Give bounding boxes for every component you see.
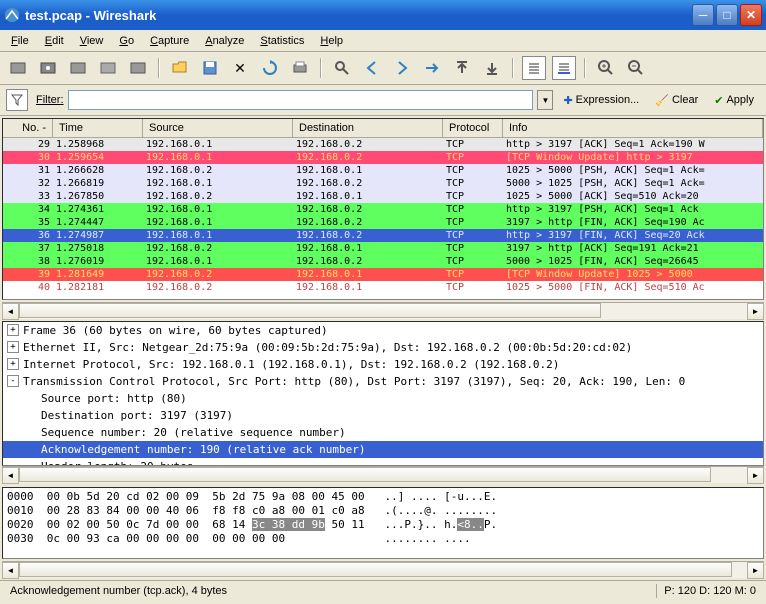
filter-input[interactable] — [68, 90, 534, 110]
col-protocol[interactable]: Protocol — [443, 119, 503, 137]
detail-line[interactable]: Sequence number: 20 (relative sequence n… — [3, 424, 763, 441]
menu-go[interactable]: Go — [112, 33, 141, 49]
scroll-left-button[interactable]: ◄ — [2, 303, 19, 320]
packet-row[interactable]: 321.266819192.168.0.1192.168.0.2TCP5000 … — [3, 177, 763, 190]
open-icon[interactable] — [168, 56, 192, 80]
filter-dropdown[interactable]: ▼ — [537, 90, 553, 110]
detail-line[interactable]: Header length: 20 bytes — [41, 458, 193, 466]
restart-capture-icon[interactable] — [126, 56, 150, 80]
scroll-thumb[interactable] — [19, 467, 711, 482]
go-first-icon[interactable] — [450, 56, 474, 80]
interfaces-icon[interactable] — [6, 56, 30, 80]
packet-row[interactable]: 301.259654192.168.0.1192.168.0.2TCP[TCP … — [3, 151, 763, 164]
col-source[interactable]: Source — [143, 119, 293, 137]
stop-capture-icon[interactable] — [96, 56, 120, 80]
collapse-icon[interactable]: - — [7, 375, 19, 387]
packet-row[interactable]: 381.276019192.168.0.1192.168.0.2TCP5000 … — [3, 255, 763, 268]
status-packet-count: P: 120 D: 120 M: 0 — [658, 585, 762, 597]
hex-scrollbar[interactable]: ◄ ► — [2, 561, 764, 578]
scroll-right-button[interactable]: ► — [747, 303, 764, 320]
packet-row[interactable]: 391.281649192.168.0.2192.168.0.1TCP[TCP … — [3, 268, 763, 281]
go-back-icon[interactable] — [360, 56, 384, 80]
detail-selected[interactable]: Acknowledgement number: 190 (relative ac… — [41, 441, 366, 458]
detail-tree-row[interactable]: -Transmission Control Protocol, Src Port… — [3, 373, 763, 390]
packet-row[interactable]: 361.274987192.168.0.1192.168.0.2TCPhttp … — [3, 229, 763, 242]
menu-help[interactable]: Help — [313, 33, 350, 49]
detail-tree-row[interactable]: +Internet Protocol, Src: 192.168.0.1 (19… — [3, 356, 763, 373]
maximize-button[interactable]: □ — [716, 4, 738, 26]
start-capture-icon[interactable] — [66, 56, 90, 80]
packet-list-pane: No. - Time Source Destination Protocol I… — [2, 118, 764, 300]
scroll-thumb[interactable] — [19, 303, 601, 318]
go-last-icon[interactable] — [480, 56, 504, 80]
menu-bar: File Edit View Go Capture Analyze Statis… — [0, 30, 766, 52]
col-no[interactable]: No. - — [3, 119, 53, 137]
menu-view[interactable]: View — [73, 33, 111, 49]
packet-row[interactable]: 371.275018192.168.0.2192.168.0.1TCP3197 … — [3, 242, 763, 255]
packet-row[interactable]: 291.258968192.168.0.1192.168.0.2TCPhttp … — [3, 138, 763, 151]
detail-line[interactable]: Destination port: 3197 (3197) — [3, 407, 763, 424]
window-titlebar: test.pcap - Wireshark ─ □ ✕ — [0, 0, 766, 30]
packet-details-pane[interactable]: +Frame 36 (60 bytes on wire, 60 bytes ca… — [2, 321, 764, 466]
menu-file[interactable]: File — [4, 33, 36, 49]
detail-tree-row[interactable]: +Ethernet II, Src: Netgear_2d:75:9a (00:… — [3, 339, 763, 356]
expand-icon[interactable]: + — [7, 358, 19, 370]
packet-row[interactable]: 401.282181192.168.0.2192.168.0.1TCP1025 … — [3, 281, 763, 294]
filter-label: Filter: — [36, 94, 64, 106]
packet-row[interactable]: 351.274447192.168.0.1192.168.0.2TCP3197 … — [3, 216, 763, 229]
filter-toolbar: Filter: ▼ ✚Expression... 🧹Clear ✔Apply — [0, 85, 766, 116]
zoom-out-icon[interactable] — [624, 56, 648, 80]
capture-options-icon[interactable] — [36, 56, 60, 80]
packet-list-body[interactable]: 291.258968192.168.0.1192.168.0.2TCPhttp … — [3, 138, 763, 299]
close-button[interactable]: ✕ — [740, 4, 762, 26]
scroll-right-button[interactable]: ► — [747, 562, 764, 579]
scroll-thumb[interactable] — [19, 562, 732, 577]
filter-icon[interactable] — [6, 89, 28, 111]
close-file-icon[interactable]: ✕ — [228, 56, 252, 80]
window-title: test.pcap - Wireshark — [25, 8, 692, 23]
apply-button[interactable]: ✔Apply — [708, 92, 760, 109]
detail-tree-row[interactable]: +Frame 36 (60 bytes on wire, 60 bytes ca… — [3, 322, 763, 339]
app-icon — [4, 7, 20, 23]
colorize-icon[interactable] — [522, 56, 546, 80]
expand-icon[interactable]: + — [7, 324, 19, 336]
expression-button[interactable]: ✚Expression... — [557, 92, 645, 109]
go-forward-icon[interactable] — [390, 56, 414, 80]
packet-list-header: No. - Time Source Destination Protocol I… — [3, 119, 763, 138]
minimize-button[interactable]: ─ — [692, 4, 714, 26]
packet-bytes-pane[interactable]: 0000 00 0b 5d 20 cd 02 00 09 5b 2d 75 9a… — [2, 487, 764, 559]
packet-row[interactable]: 311.266628192.168.0.2192.168.0.1TCP1025 … — [3, 164, 763, 177]
scroll-left-button[interactable]: ◄ — [2, 467, 19, 484]
zoom-in-icon[interactable] — [594, 56, 618, 80]
menu-capture[interactable]: Capture — [143, 33, 196, 49]
details-scrollbar[interactable]: ◄ ► — [2, 466, 764, 483]
reload-icon[interactable] — [258, 56, 282, 80]
go-to-icon[interactable] — [420, 56, 444, 80]
menu-edit[interactable]: Edit — [38, 33, 71, 49]
save-icon[interactable] — [198, 56, 222, 80]
col-destination[interactable]: Destination — [293, 119, 443, 137]
print-icon[interactable] — [288, 56, 312, 80]
expand-icon[interactable]: + — [7, 341, 19, 353]
col-time[interactable]: Time — [53, 119, 143, 137]
autoscroll-icon[interactable] — [552, 56, 576, 80]
menu-statistics[interactable]: Statistics — [253, 33, 311, 49]
status-field-info: Acknowledgement number (tcp.ack), 4 byte… — [4, 585, 656, 597]
menu-analyze[interactable]: Analyze — [198, 33, 251, 49]
detail-line[interactable]: Source port: http (80) — [3, 390, 763, 407]
packet-row[interactable]: 331.267850192.168.0.2192.168.0.1TCP1025 … — [3, 190, 763, 203]
main-toolbar: ✕ — [0, 52, 766, 85]
status-bar: Acknowledgement number (tcp.ack), 4 byte… — [0, 580, 766, 600]
scroll-right-button[interactable]: ► — [747, 467, 764, 484]
clear-button[interactable]: 🧹Clear — [649, 92, 704, 109]
packet-list-scrollbar[interactable]: ◄ ► — [2, 302, 764, 319]
packet-row[interactable]: 341.274361192.168.0.1192.168.0.2TCPhttp … — [3, 203, 763, 216]
col-info[interactable]: Info — [503, 119, 763, 137]
scroll-left-button[interactable]: ◄ — [2, 562, 19, 579]
find-icon[interactable] — [330, 56, 354, 80]
